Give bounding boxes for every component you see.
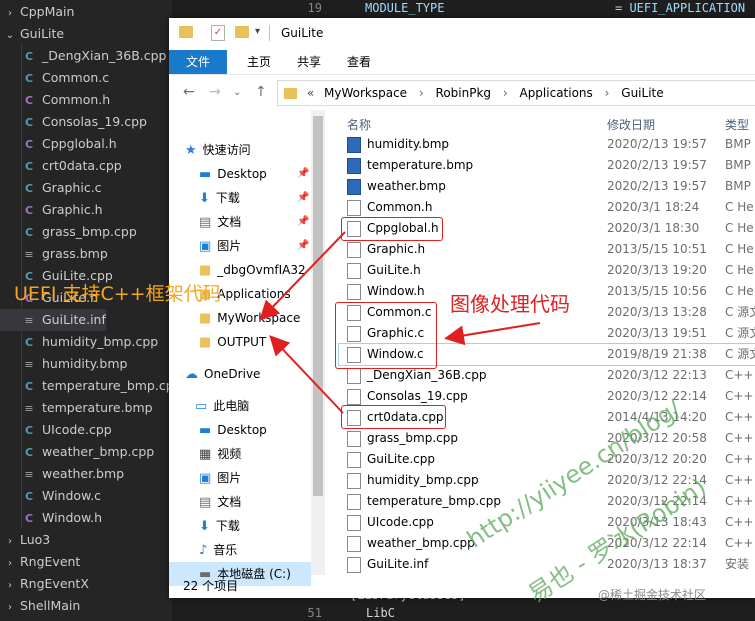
arrow-crt0data-to-output	[269, 335, 344, 414]
image-code-label: 图像处理代码	[450, 292, 570, 316]
arrow-cppglobal-to-output	[259, 231, 346, 321]
arrow-label-to-image-code	[444, 322, 541, 346]
uefi-cpp-label: UEFI 支持C++框架代码	[14, 283, 222, 305]
watermark-site: @稀土掘金技术社区	[598, 588, 707, 602]
